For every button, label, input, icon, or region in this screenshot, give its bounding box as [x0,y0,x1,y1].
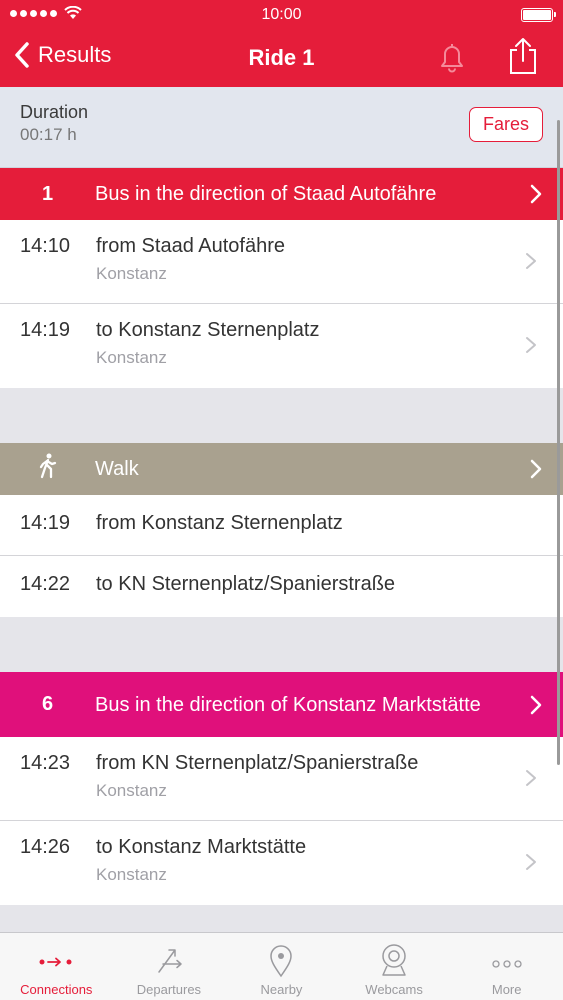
chevron-right-icon [526,854,536,870]
stop-city: Konstanz [96,264,167,283]
line-number: 6 [41,693,54,715]
scrollbar[interactable] [557,120,560,765]
bell-icon[interactable] [434,39,470,75]
tab-label: Connections [20,982,93,997]
connections-icon [39,957,72,967]
stop-row[interactable]: 14:22 to KN Sternenplatz/Spanierstraße [0,556,563,617]
chevron-right-icon [530,184,542,204]
stop-row[interactable]: 14:23 from KN Sternenplatz/Spanierstraße… [0,737,563,821]
fares-button[interactable]: Fares [469,107,543,142]
leg-title: Bus in the direction of Staad Autofähre [95,183,437,205]
navigation-bar: Results Ride 1 [0,30,563,87]
page-title: Ride 1 [248,45,315,70]
tab-connections[interactable]: Connections [0,933,113,1000]
share-icon[interactable] [506,36,540,76]
stop-name: from KN Sternenplatz/Spanierstraße [96,752,419,774]
tab-label: Nearby [260,982,303,997]
tab-bar: Connections Departures Nearby Webcams Mo… [0,932,563,1000]
stop-name: to Konstanz Marktstätte [96,836,307,858]
more-dots-icon [492,960,522,968]
stop-row[interactable]: 14:10 from Staad Autofähre Konstanz [0,220,563,304]
stop-name: to Konstanz Sternenplatz [96,319,320,341]
tab-webcams[interactable]: Webcams [338,933,451,1000]
tab-nearby[interactable]: Nearby [225,933,338,1000]
stop-name: to KN Sternenplatz/Spanierstraße [96,573,396,595]
webcam-icon [382,944,406,976]
stop-time: 14:19 [20,319,71,341]
leg-header-bus-6[interactable]: 6 Bus in the direction of Konstanz Markt… [0,672,563,737]
location-pin-icon [270,945,293,978]
leg-title: Walk [95,458,139,480]
stop-name: from Staad Autofähre [96,235,286,257]
walk-icon-cell [0,453,95,485]
line-number: 1 [41,182,54,205]
stop-time: 14:22 [20,573,71,595]
stop-city: Konstanz [96,348,167,367]
stop-time: 14:26 [20,836,71,858]
section-gap [0,388,563,443]
duration-summary: Duration 00:17 h Fares [0,87,563,168]
section-gap [0,617,563,672]
chevron-right-icon [526,770,536,786]
stop-row[interactable]: 14:26 to Konstanz Marktstätte Konstanz [0,821,563,905]
stop-time: 14:19 [20,512,71,534]
stop-time: 14:10 [20,235,71,257]
stop-row[interactable]: 14:19 from Konstanz Sternenplatz [0,495,563,556]
leg-header-walk[interactable]: Walk [0,443,563,495]
status-bar: 10:00 [0,0,563,30]
top-bar: 10:00 Results Ride 1 [0,0,563,87]
stop-time: 14:23 [20,752,71,774]
status-time: 10:00 [261,6,302,23]
tab-label: Departures [136,982,202,997]
stop-city: Konstanz [96,865,167,884]
walking-person-icon [39,453,56,479]
tab-label: Webcams [365,982,423,997]
stop-row[interactable]: 14:19 to Konstanz Sternenplatz Konstanz [0,304,563,388]
tab-more[interactable]: More [450,933,563,1000]
tab-departures[interactable]: Departures [113,933,226,1000]
duration-label: Duration [20,102,89,122]
battery-icon [521,8,556,22]
stop-name: from Konstanz Sternenplatz [96,512,343,534]
chevron-right-icon [530,695,542,714]
chevron-right-icon [526,253,536,269]
stop-city: Konstanz [96,781,167,800]
tab-label: More [491,982,522,997]
leg-header-bus-1[interactable]: 1 Bus in the direction of Staad Autofähr… [0,168,563,220]
duration-value: 00:17 h [20,125,77,144]
chevron-right-icon [526,337,536,353]
chevron-right-icon [530,459,542,479]
leg-title: Bus in the direction of Konstanz Marktst… [95,693,481,716]
departures-icon [158,949,182,973]
